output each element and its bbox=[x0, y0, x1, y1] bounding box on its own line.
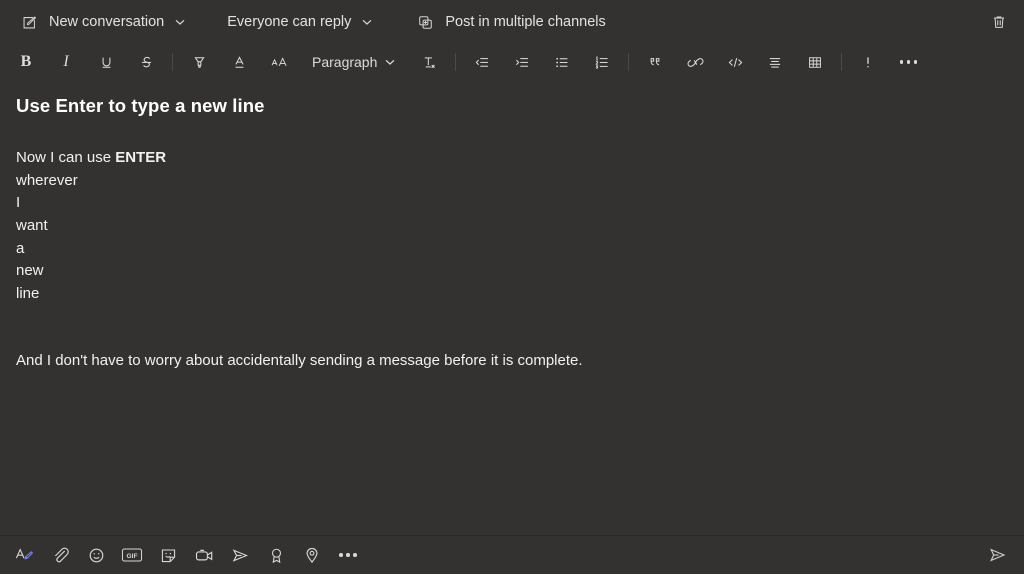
video-icon bbox=[194, 546, 215, 565]
send-button[interactable] bbox=[980, 540, 1014, 570]
code-snippet-button[interactable] bbox=[720, 48, 750, 76]
format-button[interactable] bbox=[8, 540, 40, 570]
meet-now-button[interactable] bbox=[188, 540, 220, 570]
italic-button[interactable]: I bbox=[51, 48, 81, 76]
toolbar-separator bbox=[455, 53, 457, 71]
message-line-text: Now I can use bbox=[16, 149, 116, 167]
message-line: new bbox=[16, 262, 44, 280]
message-line: wherever bbox=[16, 171, 78, 189]
sticker-icon bbox=[159, 546, 178, 565]
underline-icon bbox=[98, 54, 115, 71]
font-size-icon bbox=[270, 54, 289, 71]
bulleted-list-button[interactable] bbox=[547, 48, 577, 76]
post-multiple-channels-button[interactable]: Post in multiple channels bbox=[408, 8, 611, 36]
toolbar-separator bbox=[628, 53, 630, 71]
link-icon bbox=[686, 54, 705, 71]
giphy-button[interactable]: GIF bbox=[116, 540, 148, 570]
font-color-icon bbox=[231, 54, 248, 71]
message-line: want bbox=[16, 216, 48, 234]
strikethrough-icon bbox=[138, 54, 155, 71]
attach-button[interactable] bbox=[44, 540, 76, 570]
emoji-button[interactable] bbox=[80, 540, 112, 570]
toolbar-separator bbox=[841, 53, 843, 71]
important-icon bbox=[861, 54, 875, 71]
increase-indent-button[interactable] bbox=[507, 48, 537, 76]
mark-important-button[interactable] bbox=[853, 48, 883, 76]
message-body: Now I can use ENTER wherever I want a ne… bbox=[16, 147, 1008, 373]
compose-bottom-toolbar: GIF bbox=[0, 535, 1024, 574]
highlight-button[interactable] bbox=[184, 48, 214, 76]
praise-icon bbox=[268, 546, 285, 565]
sticker-button[interactable] bbox=[152, 540, 184, 570]
more-format-options-button[interactable] bbox=[893, 48, 923, 76]
paperclip-icon bbox=[51, 546, 70, 565]
insert-table-button[interactable] bbox=[800, 48, 830, 76]
quote-icon bbox=[646, 54, 664, 71]
decrease-indent-button[interactable] bbox=[467, 48, 497, 76]
highlighter-icon bbox=[191, 54, 208, 71]
stream-button[interactable] bbox=[224, 540, 256, 570]
message-line: Now I can use ENTER bbox=[16, 147, 1008, 170]
numbered-list-button[interactable] bbox=[587, 48, 617, 76]
emoji-icon bbox=[87, 546, 106, 565]
insert-link-button[interactable] bbox=[680, 48, 710, 76]
clear-formatting-button[interactable] bbox=[414, 48, 444, 76]
format-pen-icon bbox=[14, 545, 34, 565]
bulleted-list-icon bbox=[553, 54, 571, 71]
praise-button[interactable] bbox=[260, 540, 292, 570]
chevron-down-icon bbox=[171, 13, 189, 31]
post-multiple-channels-label: Post in multiple channels bbox=[445, 14, 606, 30]
bold-button[interactable]: B bbox=[11, 48, 41, 76]
underline-button[interactable] bbox=[91, 48, 121, 76]
more-horizontal-icon bbox=[339, 553, 357, 557]
decrease-indent-icon bbox=[473, 54, 491, 71]
paragraph-style-label: Paragraph bbox=[312, 54, 378, 70]
message-compose-area[interactable]: Use Enter to type a new line Now I can u… bbox=[0, 80, 1024, 535]
more-options-button[interactable] bbox=[332, 540, 364, 570]
reply-scope-dropdown[interactable]: Everyone can reply bbox=[221, 8, 382, 36]
compose-options-bar: New conversation Everyone can reply Post… bbox=[0, 0, 1024, 44]
stream-icon bbox=[230, 546, 250, 565]
paragraph-style-dropdown[interactable]: Paragraph bbox=[304, 48, 404, 76]
font-color-button[interactable] bbox=[224, 48, 254, 76]
quote-button[interactable] bbox=[640, 48, 670, 76]
message-line: line bbox=[16, 284, 40, 302]
send-icon bbox=[987, 545, 1008, 565]
new-conversation-label: New conversation bbox=[49, 14, 165, 30]
svg-text:GIF: GIF bbox=[127, 553, 138, 560]
compose-icon bbox=[18, 11, 40, 33]
reply-scope-label: Everyone can reply bbox=[227, 14, 352, 30]
chevron-down-icon bbox=[384, 56, 396, 68]
font-size-button[interactable] bbox=[264, 48, 294, 76]
message-subject: Use Enter to type a new line bbox=[16, 95, 265, 116]
message-closing-paragraph: And I don't have to worry about accident… bbox=[16, 352, 583, 370]
code-icon bbox=[726, 54, 745, 71]
paragraph-align-button[interactable] bbox=[760, 48, 790, 76]
location-button[interactable] bbox=[296, 540, 328, 570]
message-line-bold: ENTER bbox=[115, 149, 167, 167]
toolbar-separator bbox=[172, 53, 173, 71]
multiple-channels-icon bbox=[414, 11, 436, 33]
trash-icon bbox=[990, 13, 1008, 31]
increase-indent-icon bbox=[513, 54, 531, 71]
delete-draft-button[interactable] bbox=[984, 7, 1014, 37]
message-line: a bbox=[16, 239, 25, 257]
gif-icon: GIF bbox=[121, 546, 143, 564]
location-pin-icon bbox=[303, 546, 321, 565]
align-icon bbox=[766, 54, 784, 71]
strikethrough-button[interactable] bbox=[131, 48, 161, 76]
formatting-toolbar: B I Paragraph bbox=[0, 44, 1024, 80]
teams-compose-window: New conversation Everyone can reply Post… bbox=[0, 0, 1024, 574]
clear-formatting-icon bbox=[420, 54, 438, 71]
numbered-list-icon bbox=[593, 54, 611, 71]
table-icon bbox=[806, 54, 824, 71]
new-conversation-dropdown[interactable]: New conversation bbox=[12, 8, 195, 36]
more-horizontal-icon bbox=[899, 60, 918, 64]
chevron-down-icon bbox=[358, 13, 376, 31]
message-line: I bbox=[16, 194, 21, 212]
